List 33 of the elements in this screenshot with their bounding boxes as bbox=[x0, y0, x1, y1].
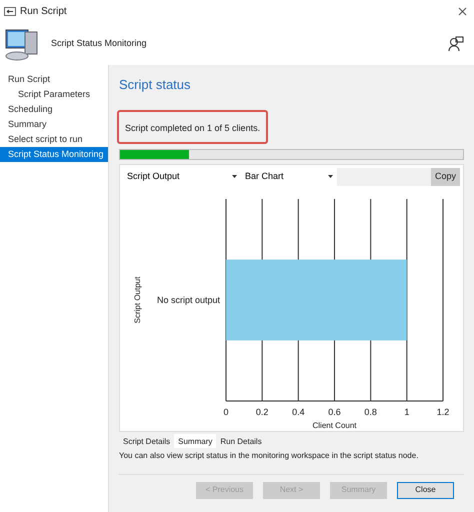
section-heading: Script status bbox=[119, 76, 192, 94]
window-icon bbox=[4, 6, 16, 16]
dropdown-icon bbox=[232, 175, 237, 178]
sidebar-item[interactable]: Scheduling bbox=[0, 102, 108, 117]
header-title: Script Status Monitoring bbox=[51, 36, 147, 50]
sidebar-item[interactable]: Run Script bbox=[0, 72, 108, 87]
sidebar-item[interactable]: Select script to run bbox=[0, 132, 108, 147]
tick-label: 1.2 bbox=[436, 406, 450, 416]
tick-label: 0.8 bbox=[364, 406, 377, 416]
tick-label: 0.2 bbox=[256, 406, 268, 416]
tab[interactable]: Script Details bbox=[119, 436, 174, 448]
sidebar-item[interactable]: Script Status Monitoring bbox=[0, 147, 108, 162]
tick-label: 0 bbox=[224, 406, 228, 416]
sidebar-item[interactable]: Script Parameters bbox=[0, 87, 108, 102]
dialog-button[interactable]: Close bbox=[397, 482, 454, 498]
category-label: No script output bbox=[156, 294, 220, 304]
person-icon[interactable] bbox=[448, 36, 464, 52]
y-axis-label: Script Output bbox=[133, 276, 142, 323]
copy-button[interactable]: Copy bbox=[430, 168, 460, 186]
tab[interactable]: Run Details bbox=[216, 436, 266, 448]
tab[interactable]: Summary bbox=[174, 434, 216, 448]
window-title: Run Script bbox=[20, 4, 67, 18]
tick-label: 0.6 bbox=[328, 406, 341, 416]
note-text: You can also view script status in the monitoring workspace in the script status node. bbox=[119, 450, 420, 462]
chart-select[interactable]: Bar Chart bbox=[241, 168, 337, 186]
output-select[interactable]: Script Output bbox=[123, 168, 241, 186]
dropdown-icon bbox=[328, 175, 333, 178]
status-message: Script completed on 1 of 5 clients. bbox=[125, 122, 260, 132]
sidebar-item[interactable]: Summary bbox=[0, 117, 108, 132]
tick-label: 0.4 bbox=[292, 406, 305, 416]
close-icon[interactable] bbox=[458, 6, 467, 16]
tick-label: 1 bbox=[404, 406, 410, 416]
x-axis-label: Client Count bbox=[312, 420, 357, 430]
